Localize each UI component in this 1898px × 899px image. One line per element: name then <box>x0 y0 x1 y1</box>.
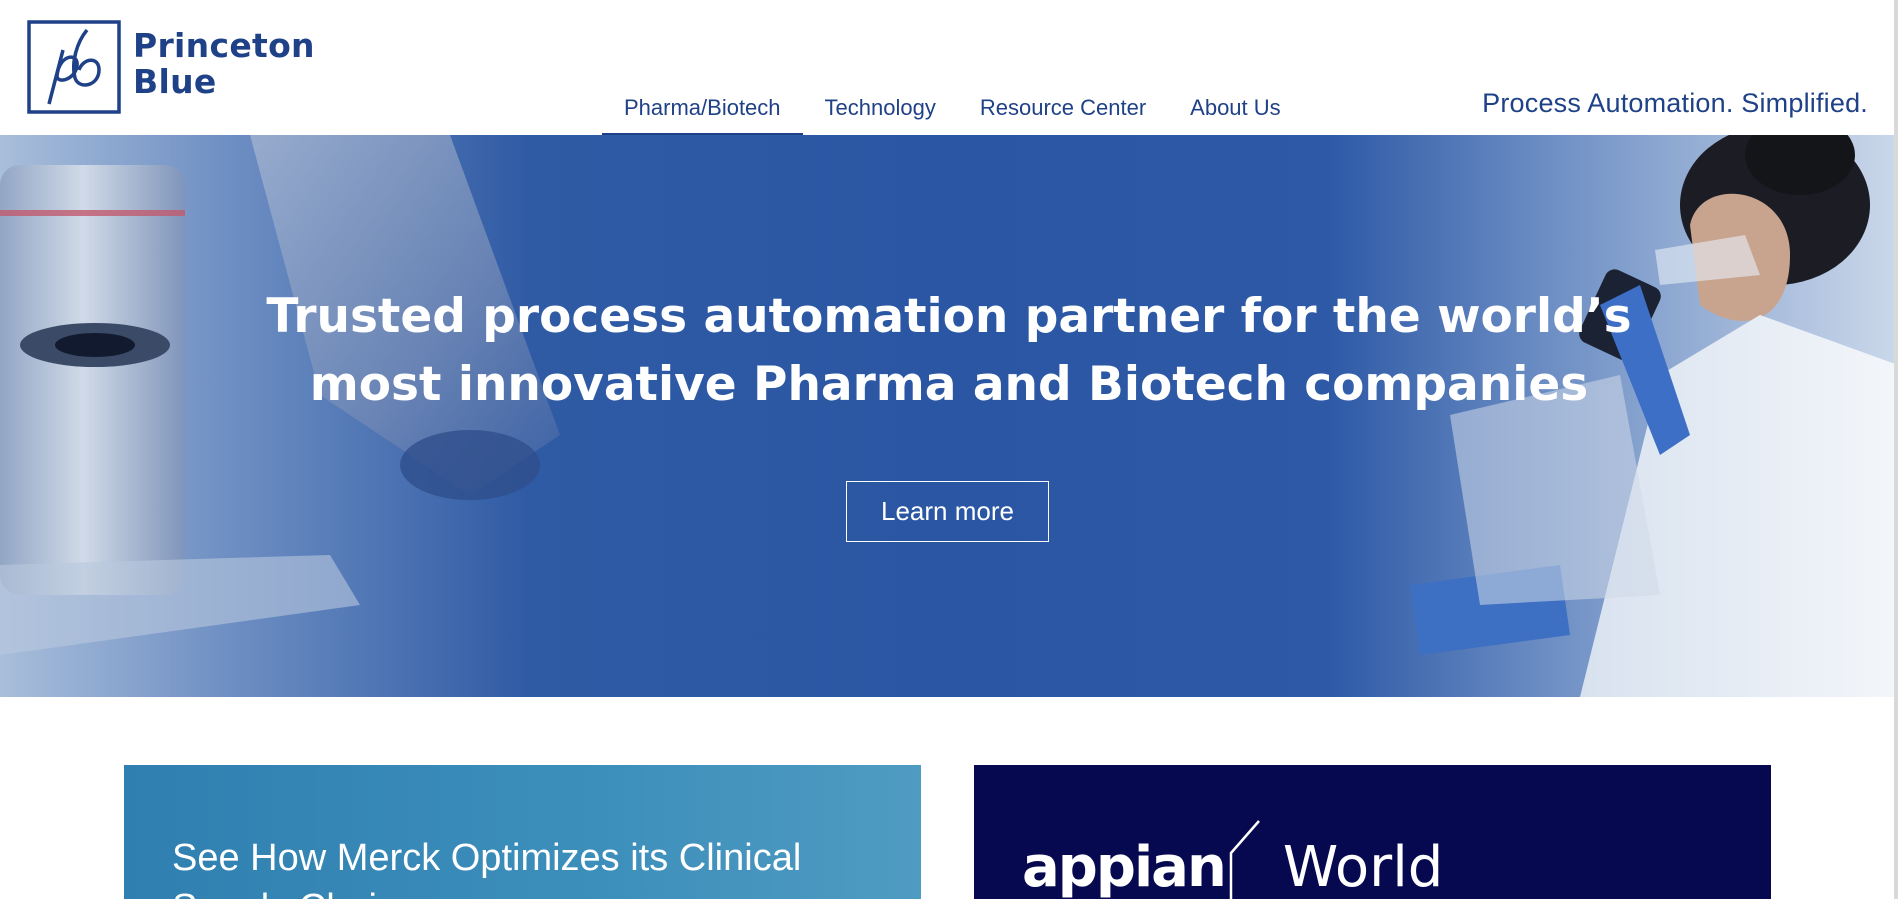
nav-item-about-us[interactable]: About Us <box>1168 86 1303 135</box>
hero-banner: Trusted process automation partner for t… <box>0 135 1898 697</box>
page-scrollbar[interactable] <box>1894 0 1898 899</box>
appian-wordmark: appian <box>1022 835 1227 899</box>
merck-case-study-card[interactable]: See How Merck Optimizes its Clinical Sup… <box>124 765 921 899</box>
appian-world-logo: appian World <box>1022 813 1443 899</box>
logo-wordmark: Princeton Blue <box>133 28 315 100</box>
appian-world-card[interactable]: appian World <box>974 765 1771 899</box>
princeton-blue-logo[interactable]: Princeton Blue <box>27 20 315 114</box>
logo-line-1: Princeton <box>133 26 315 65</box>
hero-headline-line-2: most innovative Pharma and Biotech compa… <box>309 357 1589 412</box>
merck-card-title: See How Merck Optimizes its Clinical Sup… <box>172 837 802 899</box>
learn-more-button[interactable]: Learn more <box>846 481 1049 542</box>
nav-item-technology[interactable]: Technology <box>803 86 958 135</box>
nav-item-resource-center[interactable]: Resource Center <box>958 86 1168 135</box>
hero-headline-line-1: Trusted process automation partner for t… <box>266 289 1632 344</box>
logo-line-2: Blue <box>133 62 217 101</box>
appian-slash-icon <box>1229 820 1260 899</box>
world-wordmark: World <box>1282 835 1444 899</box>
nav-item-pharma-biotech[interactable]: Pharma/Biotech <box>602 86 803 135</box>
main-nav: Pharma/Biotech Technology Resource Cente… <box>602 86 1303 135</box>
pb-logo-icon <box>27 20 121 114</box>
site-header: Princeton Blue Pharma/Biotech Technology… <box>0 0 1898 135</box>
hero-headline: Trusted process automation partner for t… <box>0 283 1898 419</box>
header-tagline: Process Automation. Simplified. <box>1482 88 1868 118</box>
